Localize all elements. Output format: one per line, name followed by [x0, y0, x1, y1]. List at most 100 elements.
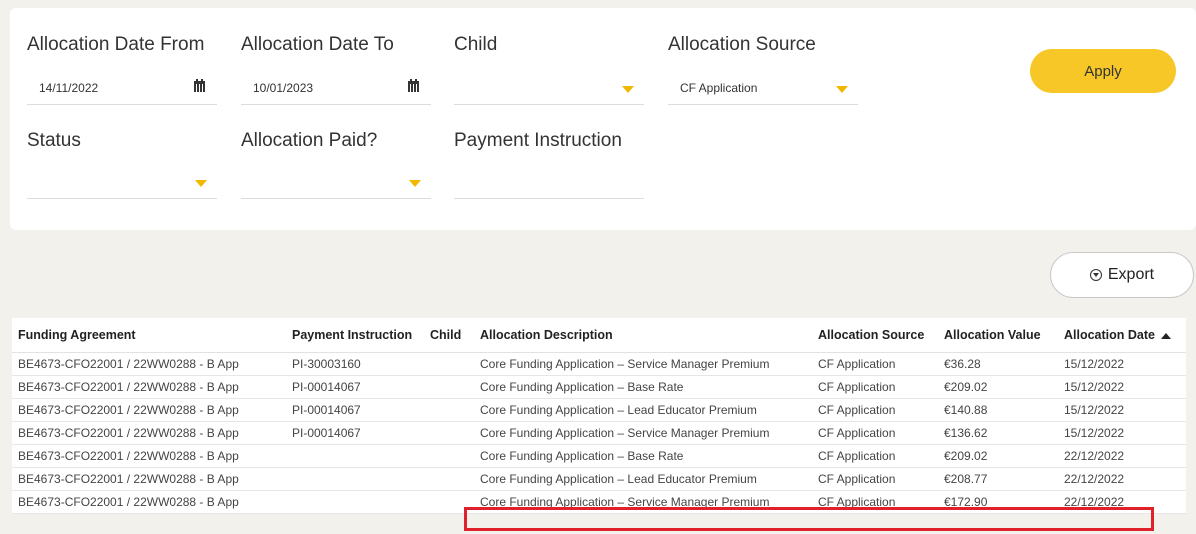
cell-child — [424, 398, 474, 422]
column-header-allocation-date[interactable]: Allocation Date — [1058, 318, 1186, 353]
cell-allocation-source: CF Application — [812, 467, 938, 491]
download-circle-icon — [1089, 269, 1102, 281]
cell-child — [424, 490, 474, 514]
cell-allocation-source: CF Application — [812, 490, 938, 514]
cell-allocation-description: Core Funding Application – Lead Educator… — [474, 467, 812, 491]
cell-allocation-date: 15/12/2022 — [1058, 398, 1186, 422]
cell-allocation-date: 15/12/2022 — [1058, 375, 1186, 399]
payment-instruction-label: Payment Instruction — [454, 130, 622, 151]
table-row[interactable]: BE4673-CFO22001 / 22WW0288 - B App Core F… — [12, 467, 1186, 491]
cell-allocation-description: Core Funding Application – Service Manag… — [474, 352, 812, 376]
allocation-source-value: CF Application — [680, 81, 758, 95]
chevron-down-icon[interactable] — [409, 180, 421, 187]
cell-funding-agreement: BE4673-CFO22001 / 22WW0288 - B App — [12, 490, 286, 514]
chevron-down-icon[interactable] — [836, 86, 848, 93]
export-label: Export — [1107, 266, 1155, 283]
cell-allocation-value: €209.02 — [938, 444, 1058, 468]
cell-child — [424, 467, 474, 491]
allocation-paid-select[interactable] — [241, 168, 431, 199]
child-label: Child — [454, 34, 498, 55]
cell-allocation-date: 22/12/2022 — [1058, 467, 1186, 491]
column-header-allocation-value[interactable]: Allocation Value — [938, 318, 1058, 353]
cell-child — [424, 375, 474, 399]
column-header-allocation-source[interactable]: Allocation Source — [812, 318, 938, 353]
allocation-date-from-field: Allocation Date From 14/11/2022 — [27, 34, 217, 105]
cell-allocation-value: €36.28 — [938, 352, 1058, 376]
chevron-down-icon[interactable] — [195, 180, 207, 187]
allocation-source-field: Allocation Source CF Application — [668, 34, 858, 105]
cell-payment-instruction — [286, 444, 424, 468]
cell-allocation-description: Core Funding Application – Base Rate — [474, 444, 812, 468]
chevron-down-icon[interactable] — [622, 86, 634, 93]
cell-funding-agreement: BE4673-CFO22001 / 22WW0288 - B App — [12, 398, 286, 422]
cell-allocation-source: CF Application — [812, 421, 938, 445]
child-select[interactable] — [454, 74, 644, 105]
cell-allocation-description: Core Funding Application – Service Manag… — [474, 421, 812, 445]
cell-allocation-date: 22/12/2022 — [1058, 490, 1186, 514]
allocation-source-label: Allocation Source — [668, 34, 816, 55]
cell-payment-instruction: PI-00014067 — [286, 375, 424, 399]
payment-instruction-input[interactable] — [454, 168, 644, 199]
calendar-icon[interactable] — [408, 79, 419, 92]
allocations-table: Funding Agreement Payment Instruction Ch… — [12, 318, 1186, 514]
cell-allocation-date: 15/12/2022 — [1058, 352, 1186, 376]
cell-allocation-description: Core Funding Application – Service Manag… — [474, 490, 812, 514]
cell-payment-instruction — [286, 490, 424, 514]
cell-allocation-source: CF Application — [812, 352, 938, 376]
status-label: Status — [27, 130, 81, 151]
cell-allocation-value: €172.90 — [938, 490, 1058, 514]
cell-funding-agreement: BE4673-CFO22001 / 22WW0288 - B App — [12, 444, 286, 468]
cell-allocation-value: €208.77 — [938, 467, 1058, 491]
allocation-date-to-value: 10/01/2023 — [253, 81, 314, 95]
table-body: BE4673-CFO22001 / 22WW0288 - B App PI-300… — [12, 352, 1186, 514]
table-row[interactable]: BE4673-CFO22001 / 22WW0288 - B App PI-000… — [12, 421, 1186, 445]
cell-allocation-description: Core Funding Application – Base Rate — [474, 375, 812, 399]
payment-instruction-field: Payment Instruction — [454, 130, 644, 199]
apply-button[interactable]: Apply — [1030, 49, 1176, 93]
table-row[interactable]: BE4673-CFO22001 / 22WW0288 - B App Core F… — [12, 444, 1186, 468]
filter-panel: Allocation Date From 14/11/2022 Allocati… — [10, 8, 1196, 230]
child-field: Child — [454, 34, 644, 105]
allocation-paid-field: Allocation Paid? — [241, 130, 431, 199]
cell-funding-agreement: BE4673-CFO22001 / 22WW0288 - B App — [12, 352, 286, 376]
table-row[interactable]: BE4673-CFO22001 / 22WW0288 - B App PI-000… — [12, 398, 1186, 422]
table-row[interactable]: BE4673-CFO22001 / 22WW0288 - B App PI-000… — [12, 375, 1186, 399]
sort-ascending-icon[interactable] — [1161, 332, 1171, 339]
column-header-child[interactable]: Child — [424, 318, 474, 353]
cell-funding-agreement: BE4673-CFO22001 / 22WW0288 - B App — [12, 467, 286, 491]
allocation-paid-label: Allocation Paid? — [241, 130, 378, 151]
allocation-source-select[interactable]: CF Application — [668, 74, 858, 105]
cell-allocation-source: CF Application — [812, 398, 938, 422]
table-row[interactable]: BE4673-CFO22001 / 22WW0288 - B App Core F… — [12, 490, 1186, 514]
export-button[interactable]: Export — [1050, 252, 1194, 298]
column-header-allocation-description[interactable]: Allocation Description — [474, 318, 812, 353]
cell-allocation-value: €136.62 — [938, 421, 1058, 445]
cell-funding-agreement: BE4673-CFO22001 / 22WW0288 - B App — [12, 375, 286, 399]
allocation-date-from-value: 14/11/2022 — [39, 81, 99, 95]
cell-allocation-source: CF Application — [812, 444, 938, 468]
cell-child — [424, 352, 474, 376]
table-header-row: Funding Agreement Payment Instruction Ch… — [12, 318, 1186, 353]
table-row[interactable]: BE4673-CFO22001 / 22WW0288 - B App PI-300… — [12, 352, 1186, 376]
allocation-date-to-label: Allocation Date To — [241, 34, 394, 55]
cell-payment-instruction: PI-30003160 — [286, 352, 424, 376]
status-field: Status — [27, 130, 217, 199]
cell-allocation-date: 22/12/2022 — [1058, 444, 1186, 468]
allocation-date-from-label: Allocation Date From — [27, 34, 205, 55]
column-header-funding-agreement[interactable]: Funding Agreement — [12, 318, 286, 353]
cell-allocation-date: 15/12/2022 — [1058, 421, 1186, 445]
allocation-date-from-input[interactable]: 14/11/2022 — [27, 74, 217, 105]
allocation-date-to-field: Allocation Date To 10/01/2023 — [241, 34, 431, 105]
allocation-date-to-input[interactable]: 10/01/2023 — [241, 74, 431, 105]
calendar-icon[interactable] — [194, 79, 205, 92]
cell-allocation-value: €209.02 — [938, 375, 1058, 399]
allocation-date-header-label: Allocation Date — [1064, 328, 1155, 342]
column-header-payment-instruction[interactable]: Payment Instruction — [286, 318, 424, 353]
cell-allocation-description: Core Funding Application – Lead Educator… — [474, 398, 812, 422]
cell-funding-agreement: BE4673-CFO22001 / 22WW0288 - B App — [12, 421, 286, 445]
cell-allocation-source: CF Application — [812, 375, 938, 399]
cell-payment-instruction: PI-00014067 — [286, 398, 424, 422]
cell-allocation-value: €140.88 — [938, 398, 1058, 422]
cell-child — [424, 444, 474, 468]
status-select[interactable] — [27, 168, 217, 199]
